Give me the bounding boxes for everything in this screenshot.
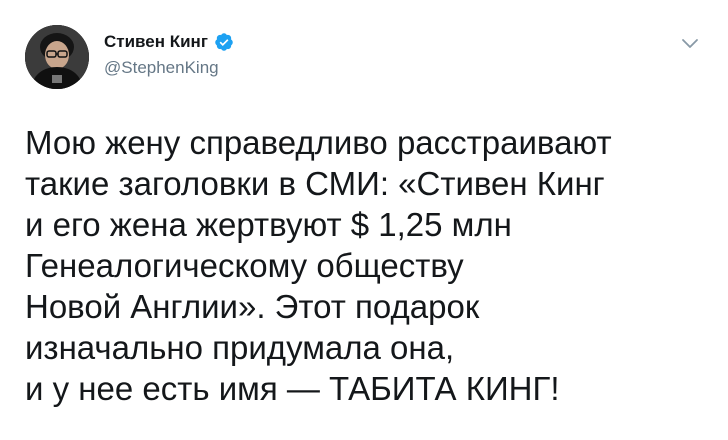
tweet-text-line: такие заголовки в СМИ: «Стивен Кинг xyxy=(25,165,605,202)
author-name-row: Стивен Кинг xyxy=(104,32,234,52)
author-handle[interactable]: @StephenKing xyxy=(104,58,219,78)
tweet-text-line: Мою жену справедливо расстраивают xyxy=(25,124,612,161)
tweet-text: Мою жену справедливо расстраивают такие … xyxy=(25,122,705,409)
tweet-text-line: изначально придумала она, xyxy=(25,329,455,366)
tweet-text-line: и у нее есть имя — ТАБИТА КИНГ! xyxy=(25,370,560,407)
author-display-name[interactable]: Стивен Кинг xyxy=(104,32,208,52)
avatar[interactable] xyxy=(25,25,89,89)
tweet-card: Стивен Кинг @StephenKing Мою жену справе… xyxy=(0,0,728,440)
verified-badge-icon xyxy=(215,33,233,51)
tweet-text-line: и его жена жертвуют $ 1,25 млн xyxy=(25,206,512,243)
avatar-portrait-icon xyxy=(25,25,89,89)
tweet-text-line: Генеалогическому обществу xyxy=(25,247,464,284)
chevron-down-icon[interactable] xyxy=(678,34,702,54)
tweet-text-line: Новой Англии». Этот подарок xyxy=(25,288,480,325)
